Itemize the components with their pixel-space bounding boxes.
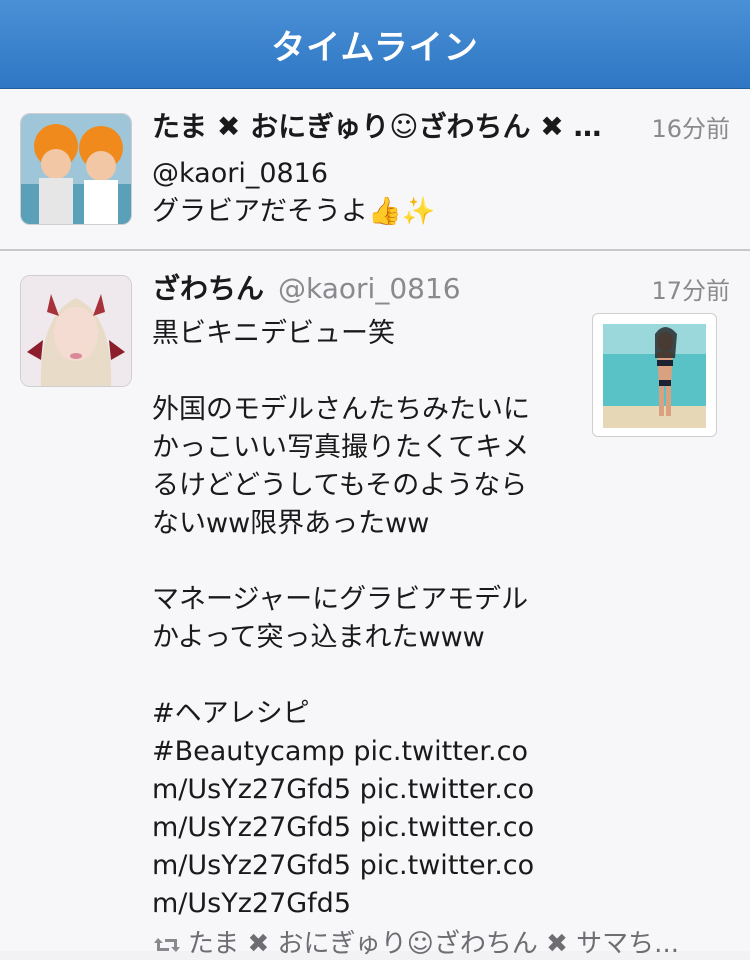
two-people-avatar-icon [21, 114, 131, 224]
navigation-bar: タイムライン [0, 0, 750, 89]
media-thumbnail[interactable] [592, 313, 717, 437]
tweet-text: @kaori_0816 グラビアだそうよ👍✨ [152, 158, 436, 227]
display-name: ざわちん [152, 272, 265, 305]
timestamp: 16分前 [651, 115, 730, 143]
user-name: ざわちん @kaori_0816 [152, 267, 461, 307]
user-name: たま ✖ おにぎゅり☺ざわちん ✖ サマ... [152, 110, 622, 143]
retweet-icon [154, 937, 180, 952]
tweet-text: 黒ビキニデビュー笑 外国のモデルさんたちみたいに かっこいい写真撮りたくてキメ … [152, 318, 535, 919]
avatar[interactable] [20, 275, 132, 387]
avatar[interactable] [20, 113, 132, 225]
timestamp: 17分前 [651, 277, 730, 305]
tweet-cell[interactable]: たま ✖ おにぎゅり☺ざわちん ✖ サマ... 16分前 @kaori_0816… [0, 89, 750, 251]
bikini-beach-photo-icon [603, 324, 706, 428]
retweet-info: たま ✖ おにぎゅり☺ざわちん ✖ サマち... [152, 923, 732, 960]
tweet-cell[interactable]: ざわちん @kaori_0816 17分前 黒ビキニデビュー笑 外国のモデルさんた… [0, 251, 750, 959]
user-handle: @kaori_0816 [278, 272, 461, 305]
page-title: タイムライン [271, 27, 479, 68]
retweeted-by: たま ✖ おにぎゅり☺ざわちん ✖ サマち... [188, 929, 679, 959]
devil-girl-avatar-icon [21, 276, 131, 386]
